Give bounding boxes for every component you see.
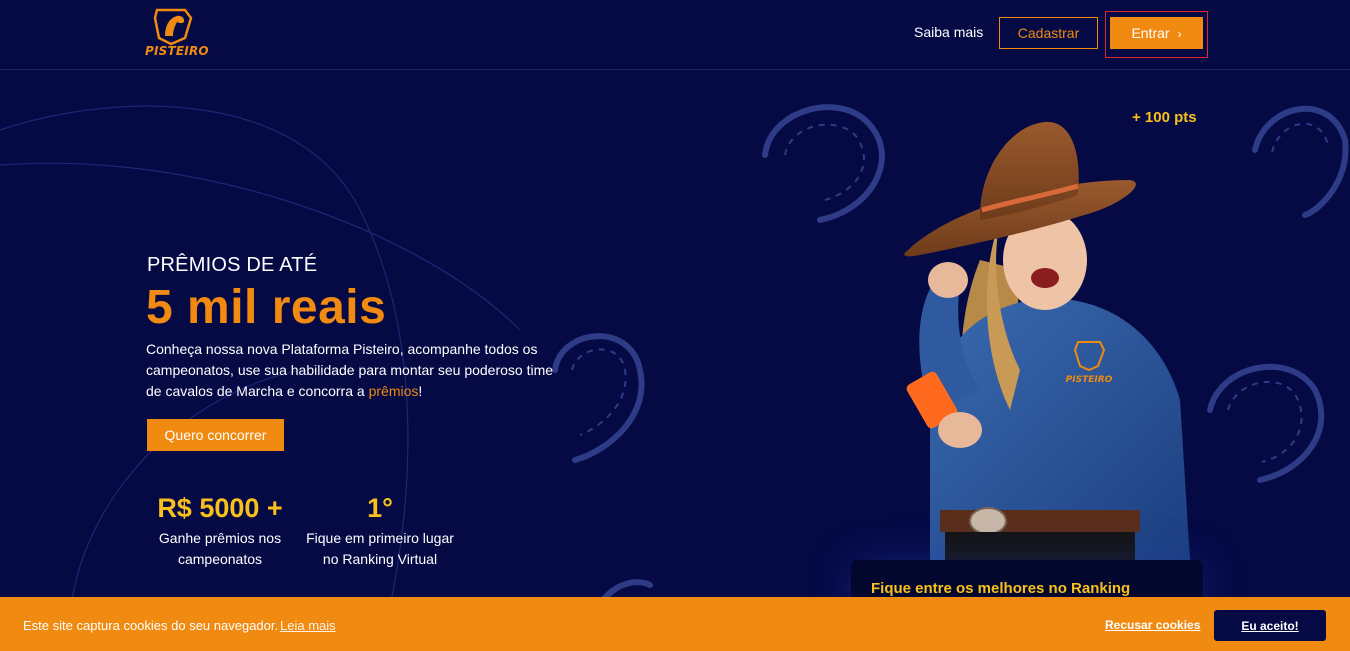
entrar-button[interactable]: Entrar ›	[1110, 17, 1203, 49]
hero-description-end: !	[418, 383, 423, 399]
shirt-logo-text: PISTEIRO	[1066, 375, 1113, 385]
chevron-right-icon: ›	[1177, 27, 1182, 41]
pisteiro-logo[interactable]: PISTEIRO	[145, 6, 209, 62]
entrar-button-highlight: Entrar ›	[1105, 11, 1208, 58]
ranking-card-title: Fique entre os melhores no Ranking	[871, 580, 1131, 597]
site-header: PISTEIRO Saiba mais Cadastrar Entrar ›	[0, 0, 1350, 70]
hand	[938, 412, 982, 448]
entrar-label: Entrar	[1131, 25, 1170, 41]
hero-kicker: PRÊMIOS DE ATÉ	[147, 254, 318, 276]
stat-label: Ganhe prêmios nos campeonatos	[147, 528, 293, 570]
stat-label-line: Ganhe prêmios nos	[158, 530, 282, 546]
stat-ranking: 1° Fique em primeiro lugar no Ranking Vi…	[300, 493, 460, 570]
cookie-accept-button[interactable]: Eu aceito!	[1214, 610, 1326, 641]
cowgirl-hero-image: PISTEIRO	[904, 121, 1190, 560]
quero-concorrer-button[interactable]: Quero concorrer	[147, 419, 284, 451]
stat-label-line: Fique em primeiro lugar	[306, 530, 454, 546]
hero-title: 5 mil reais	[146, 281, 387, 334]
stat-label-line: campeonatos	[177, 551, 263, 567]
pants	[945, 532, 1135, 560]
hero-description-highlight: prêmios	[368, 383, 419, 399]
cadastrar-button[interactable]: Cadastrar	[999, 17, 1098, 49]
belt-buckle	[969, 507, 1007, 535]
cookie-message: Este site captura cookies do seu navegad…	[23, 618, 279, 633]
nav-saiba-mais-link[interactable]: Saiba mais	[914, 24, 983, 40]
hero-description: Conheça nossa nova Plataforma Pisteiro, …	[146, 339, 566, 402]
fist	[928, 262, 968, 298]
stat-value: R$ 5000 +	[157, 493, 283, 523]
logo-wordmark: PISTEIRO	[145, 44, 209, 58]
cookie-consent-bar: Este site captura cookies do seu navegad…	[0, 597, 1350, 651]
stat-label: Fique em primeiro lugar no Ranking Virtu…	[300, 528, 460, 570]
cookie-read-more-link[interactable]: Leia mais	[280, 618, 336, 633]
horse-shield-icon	[153, 8, 193, 46]
stat-prizes: R$ 5000 + Ganhe prêmios nos campeonatos	[147, 493, 293, 570]
stat-label-line: no Ranking Virtual	[322, 551, 438, 567]
open-mouth	[1031, 268, 1059, 288]
hero-description-text: Conheça nossa nova Plataforma Pisteiro, …	[146, 341, 554, 399]
stat-value: 1°	[367, 493, 393, 523]
cookie-decline-link[interactable]: Recusar cookies	[1105, 618, 1200, 632]
